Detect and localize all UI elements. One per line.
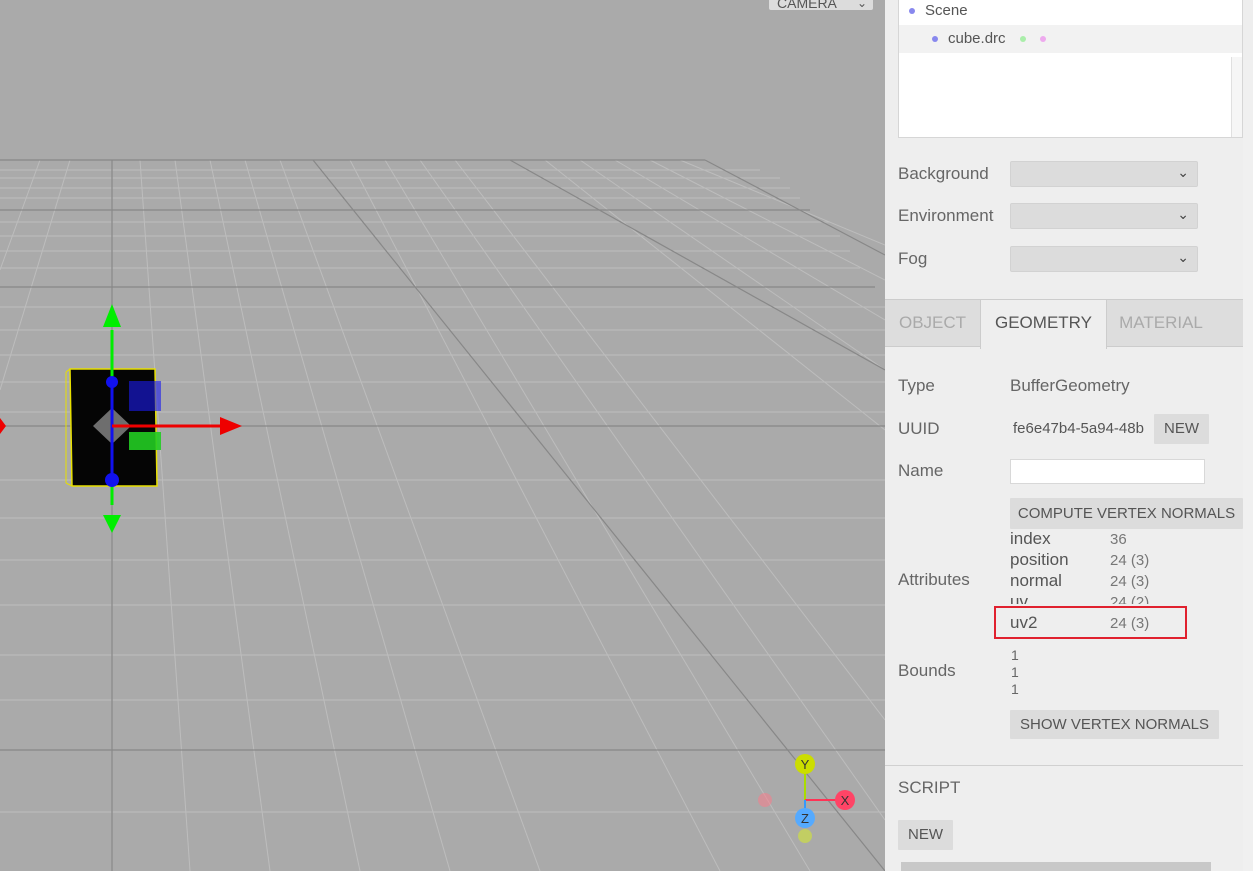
fog-select[interactable]: ⌄	[1010, 246, 1198, 272]
outliner-item-scene[interactable]: Scene	[899, 0, 1242, 25]
background-select[interactable]: ⌄	[1010, 161, 1198, 187]
camera-select[interactable]: CAMERA ⌄	[769, 0, 873, 11]
attribute-name: index	[1010, 529, 1051, 548]
material-dot-icon	[1039, 36, 1046, 43]
properties-tabs: OBJECT GEOMETRY MATERIAL	[885, 299, 1253, 349]
fog-label: Fog	[898, 249, 928, 268]
attribute-name: normal	[1010, 571, 1062, 590]
geometry-dot-icon	[1019, 36, 1026, 43]
neg-y-axis-dot[interactable]	[798, 829, 812, 843]
bounds-z: 1	[1011, 681, 1019, 697]
chevron-down-icon: ⌄	[856, 0, 867, 10]
z-axis-label: Z	[801, 811, 809, 826]
script-title: SCRIPT	[898, 778, 961, 797]
outliner-item-label: cube.drc	[948, 30, 1006, 47]
environment-select[interactable]: ⌄	[1010, 203, 1198, 229]
outliner-item-cube[interactable]: cube.drc	[899, 25, 1242, 53]
chevron-down-icon: ⌄	[1177, 164, 1189, 180]
bounds-label: Bounds	[898, 661, 956, 680]
compute-vertex-normals-button[interactable]: COMPUTE VERTEX NORMALS	[1010, 498, 1243, 529]
bounds-x: 1	[1011, 647, 1019, 663]
camera-select-label: CAMERA	[777, 0, 837, 11]
uuid-label: UUID	[898, 419, 940, 438]
mesh-dot-icon	[932, 36, 938, 43]
tab-object[interactable]: OBJECT	[885, 300, 980, 348]
tab-material[interactable]: MATERIAL	[1105, 300, 1217, 348]
geometry-name-input[interactable]	[1010, 459, 1205, 484]
attributes-label: Attributes	[898, 570, 970, 589]
neg-x-axis-dot[interactable]	[758, 793, 772, 807]
vertical-scrollbar[interactable]	[1243, 60, 1253, 871]
transform-gizmo[interactable]	[0, 304, 242, 533]
environment-label: Environment	[898, 206, 994, 225]
attribute-row-clipped: uv 24 (2)	[1005, 590, 1185, 604]
scene-outliner[interactable]: Scene cube.drc	[898, 0, 1243, 138]
chevron-down-icon: ⌄	[1177, 249, 1189, 265]
3d-viewport[interactable]: Y X Z CAMERA ⌄	[0, 0, 885, 871]
horizontal-scrollbar[interactable]	[901, 862, 1211, 871]
new-script-button[interactable]: NEW	[898, 820, 953, 850]
section-divider	[885, 765, 1243, 766]
chevron-down-icon: ⌄	[1177, 206, 1189, 222]
scene-dot-icon	[909, 8, 915, 15]
uuid-new-button[interactable]: NEW	[1154, 414, 1209, 444]
bounds-y: 1	[1011, 664, 1019, 680]
attribute-value: 24 (3)	[1110, 573, 1150, 590]
y-axis-label: Y	[801, 757, 810, 772]
x-axis-label: X	[841, 793, 850, 808]
view-helper[interactable]: Y X Z	[758, 754, 855, 843]
attribute-value: 36	[1110, 531, 1127, 548]
outliner-scrollbar[interactable]	[1231, 57, 1242, 137]
name-label: Name	[898, 461, 944, 480]
background-label: Background	[898, 164, 989, 183]
sidebar-panel: Scene cube.drc Background ⌄ Environment …	[885, 0, 1253, 871]
attribute-name: uv	[1010, 592, 1028, 604]
highlight-box	[994, 606, 1187, 639]
outliner-item-label: Scene	[925, 2, 968, 19]
viewport-scene: Y X Z	[0, 159, 885, 871]
tab-geometry[interactable]: GEOMETRY	[980, 300, 1107, 349]
attribute-value: 24 (2)	[1110, 594, 1150, 604]
type-value: BufferGeometry	[1010, 376, 1130, 395]
show-vertex-normals-button[interactable]: SHOW VERTEX NORMALS	[1010, 710, 1219, 739]
major-grid	[0, 159, 885, 871]
attribute-name: position	[1010, 550, 1069, 569]
uuid-field[interactable]: fe6e47b4-5a94-48b	[1010, 414, 1148, 444]
attribute-value: 24 (3)	[1110, 552, 1150, 569]
fine-grid	[0, 159, 885, 871]
type-label: Type	[898, 376, 935, 395]
